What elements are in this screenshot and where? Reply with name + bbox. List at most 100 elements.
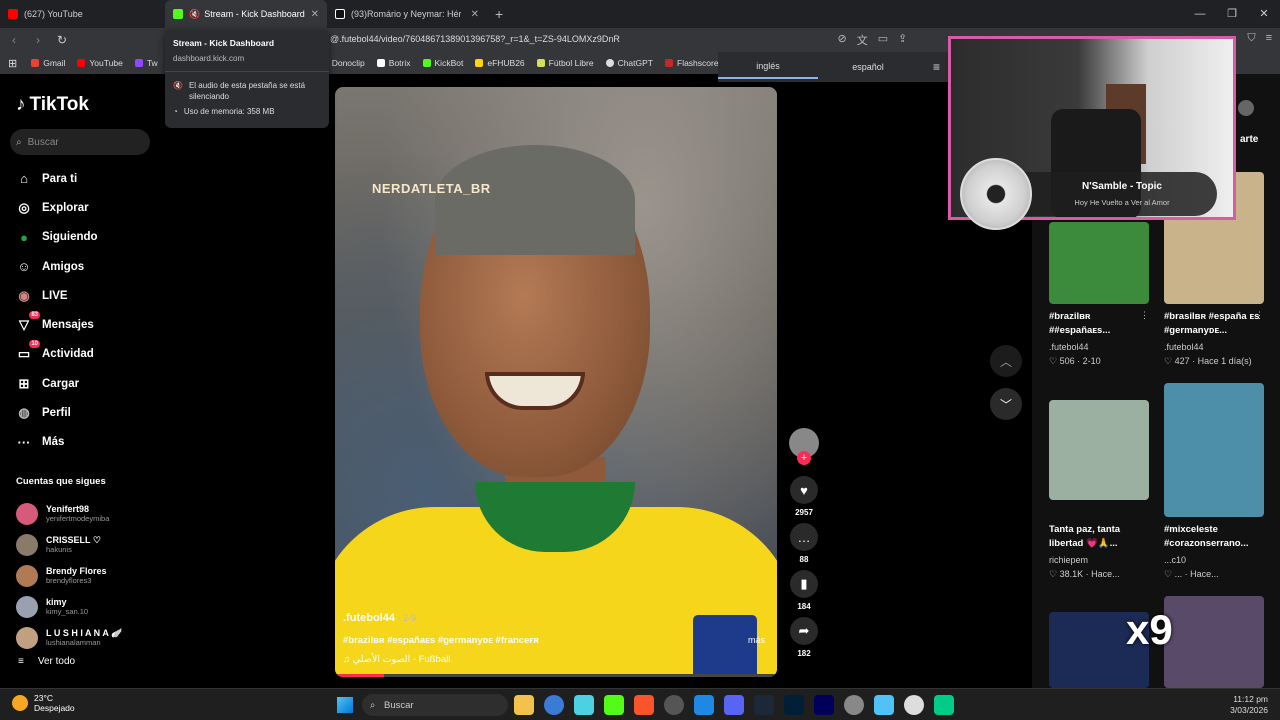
close-tab-icon[interactable]: ✕ [471,9,479,20]
url-field[interactable]: @.futebol44/video/7604867138901396758?_r… [330,34,620,44]
nav-mensajes[interactable]: ▽ 83 Mensajes [14,310,98,339]
like-action[interactable]: ♥ 2957 [788,476,820,517]
weather-widget[interactable]: 23°C Despejado [12,693,75,713]
menu-icon[interactable]: ≡ [1266,32,1272,48]
nav-amigos[interactable]: ☺ Amigos [14,252,98,281]
nav-mas[interactable]: ··· Más [14,428,98,457]
creator-avatar[interactable]: + [789,428,819,465]
system-clock[interactable]: 11:12 pm 3/03/2026 [1230,694,1268,716]
cast-icon[interactable]: ▭ [878,32,888,48]
nav-cargar[interactable]: ⊞ Cargar [14,369,98,398]
translate-menu-icon[interactable]: ≡ [933,60,940,74]
following-account[interactable]: Yenifert98 yenifertmodeymiba [16,498,122,529]
profile-avatar-icon[interactable] [1238,100,1254,116]
following-account[interactable]: kimy kimy_san.10 [16,591,122,622]
share-arrow-icon[interactable]: ➦ [790,617,818,645]
minimize-icon[interactable]: — [1184,0,1216,28]
tiktok-logo[interactable]: ♪ TikTok [16,94,89,116]
following-account[interactable]: Brendy Flores brendyflores3 [16,560,122,591]
kick-app-icon[interactable] [604,695,624,715]
video-progress-bar[interactable] [335,674,777,677]
tab-tiktok[interactable]: (93)Romário y Neymar: Héroe ✕ [327,0,487,28]
more-link[interactable]: más [748,635,765,645]
nav-perfil[interactable]: ◍ Perfil [14,398,98,427]
nav-actividad[interactable]: ▭ 10 Actividad [14,340,98,369]
recommended-thumbnail[interactable] [1164,383,1264,517]
share-action[interactable]: ➦ 182 [788,617,820,658]
calculator-icon[interactable] [694,695,714,715]
file-explorer-icon[interactable] [514,695,534,715]
nav-para-ti[interactable]: ⌂ Para ti [14,164,98,193]
steam-icon[interactable] [754,695,774,715]
reload-icon[interactable]: ↻ [52,33,72,47]
bookmark-youtube[interactable]: YouTube [77,58,123,68]
video-hashtags[interactable]: #brazilʙʀ #españaᴇs #germanyᴅᴇ #franceғʀ [343,635,539,646]
muted-speaker-icon[interactable]: 🔇 [189,9,200,20]
recommended-author[interactable]: .futebol44 [1164,342,1204,352]
discord-icon[interactable] [724,695,744,715]
recommended-title[interactable]: Tanta paz, tanta libertad 💗🙏... [1049,523,1149,551]
recommended-thumbnail[interactable] [1049,222,1149,304]
new-tab-button[interactable]: + [495,6,503,22]
video-author[interactable]: .futebol44 · 2-9 [343,612,416,624]
previous-video-button[interactable]: ︿ [990,345,1022,377]
settings-gear-icon[interactable] [844,695,864,715]
lang-source[interactable]: inglés [718,55,818,79]
bookmark-twitch[interactable]: Tw [134,58,158,68]
recommended-author[interactable]: .futebol44 [1049,342,1089,352]
translate-icon[interactable]: 文 [857,32,868,48]
close-window-icon[interactable]: ✕ [1248,0,1280,28]
taskbar-search[interactable]: ⌕ Buscar [362,694,508,716]
recommended-thumbnail[interactable] [1049,400,1149,500]
recommended-title[interactable]: #brasilʙʀ #españa ᴇs #germanyᴅᴇ... [1164,310,1264,338]
app-icon[interactable] [574,695,594,715]
more-options-icon[interactable]: ⋮ [1140,310,1149,321]
tab-youtube[interactable]: (627) YouTube [0,0,165,28]
edge-icon[interactable] [934,695,954,715]
video-sound[interactable]: ♫ الصوت الأصلي - Fußball [343,654,450,665]
bookmark-icon[interactable]: ▮ [790,570,818,598]
tracker-icon[interactable]: ⊘ [837,32,846,48]
bookmark-efhub26[interactable]: eFHUB26 [475,58,525,68]
see-all-link[interactable]: ≡ Ver todo [18,656,75,667]
heart-icon[interactable]: ♥ [790,476,818,504]
share-icon[interactable]: ⇪ [898,32,907,48]
premiere-icon[interactable] [814,695,834,715]
tab-kick-dashboard[interactable]: 🔇 Stream - Kick Dashboard ✕ [165,0,327,28]
next-video-button[interactable]: ﹀ [990,388,1022,420]
following-account[interactable]: L U S H I A N A 🪽 lushianalamman [16,622,122,653]
nav-siguiendo[interactable]: ● Siguiendo [14,223,98,252]
close-tab-icon[interactable]: ✕ [311,9,319,20]
nav-live[interactable]: ◉ LIVE [14,281,98,310]
recommended-author[interactable]: richiepem [1049,555,1088,565]
nav-explorar[interactable]: ◎ Explorar [14,193,98,222]
comment-icon[interactable]: … [790,523,818,551]
bookmark-chatgpt[interactable]: ChatGPT [605,58,653,68]
recommended-title[interactable]: #mixceleste #corazonserrano... [1164,523,1264,551]
save-action[interactable]: ▮ 184 [788,570,820,611]
back-icon[interactable]: ‹ [4,33,24,47]
bookmark-gmail[interactable]: Gmail [31,58,65,68]
recommended-title[interactable]: #brazilʙʀ ##españaᴇs... [1049,310,1149,338]
chrome-icon[interactable] [544,695,564,715]
player-icon[interactable] [904,695,924,715]
photoshop-icon[interactable] [784,695,804,715]
brave-shield-icon[interactable]: ⛉ [1247,32,1255,48]
bookmark-kickbot[interactable]: KickBot [422,58,463,68]
bookmark-flashscore[interactable]: Flashscore [665,58,719,68]
bookmark-futbol-libre[interactable]: Fútbol Libre [536,58,594,68]
recommended-author[interactable]: ...c10 [1164,555,1186,565]
brave-icon[interactable] [634,695,654,715]
comment-action[interactable]: … 88 [788,523,820,564]
bookmark-botrix[interactable]: Botrix [376,58,411,68]
media-icon[interactable] [664,695,684,715]
following-account[interactable]: CRISSELL ♡ hakunis [16,529,122,560]
forward-icon[interactable]: › [28,33,48,47]
windows-start-icon[interactable] [337,697,353,713]
lang-target[interactable]: español [818,56,918,78]
search-input[interactable]: ⌕ Buscar [10,129,150,155]
follow-plus-icon[interactable]: + [797,451,811,465]
apps-grid-icon[interactable]: ⊞ [8,57,17,70]
video-player[interactable]: NERDATLETA_BR .futebol44 · 2-9 #brazilʙʀ… [335,87,777,677]
restore-icon[interactable]: ❐ [1216,0,1248,28]
